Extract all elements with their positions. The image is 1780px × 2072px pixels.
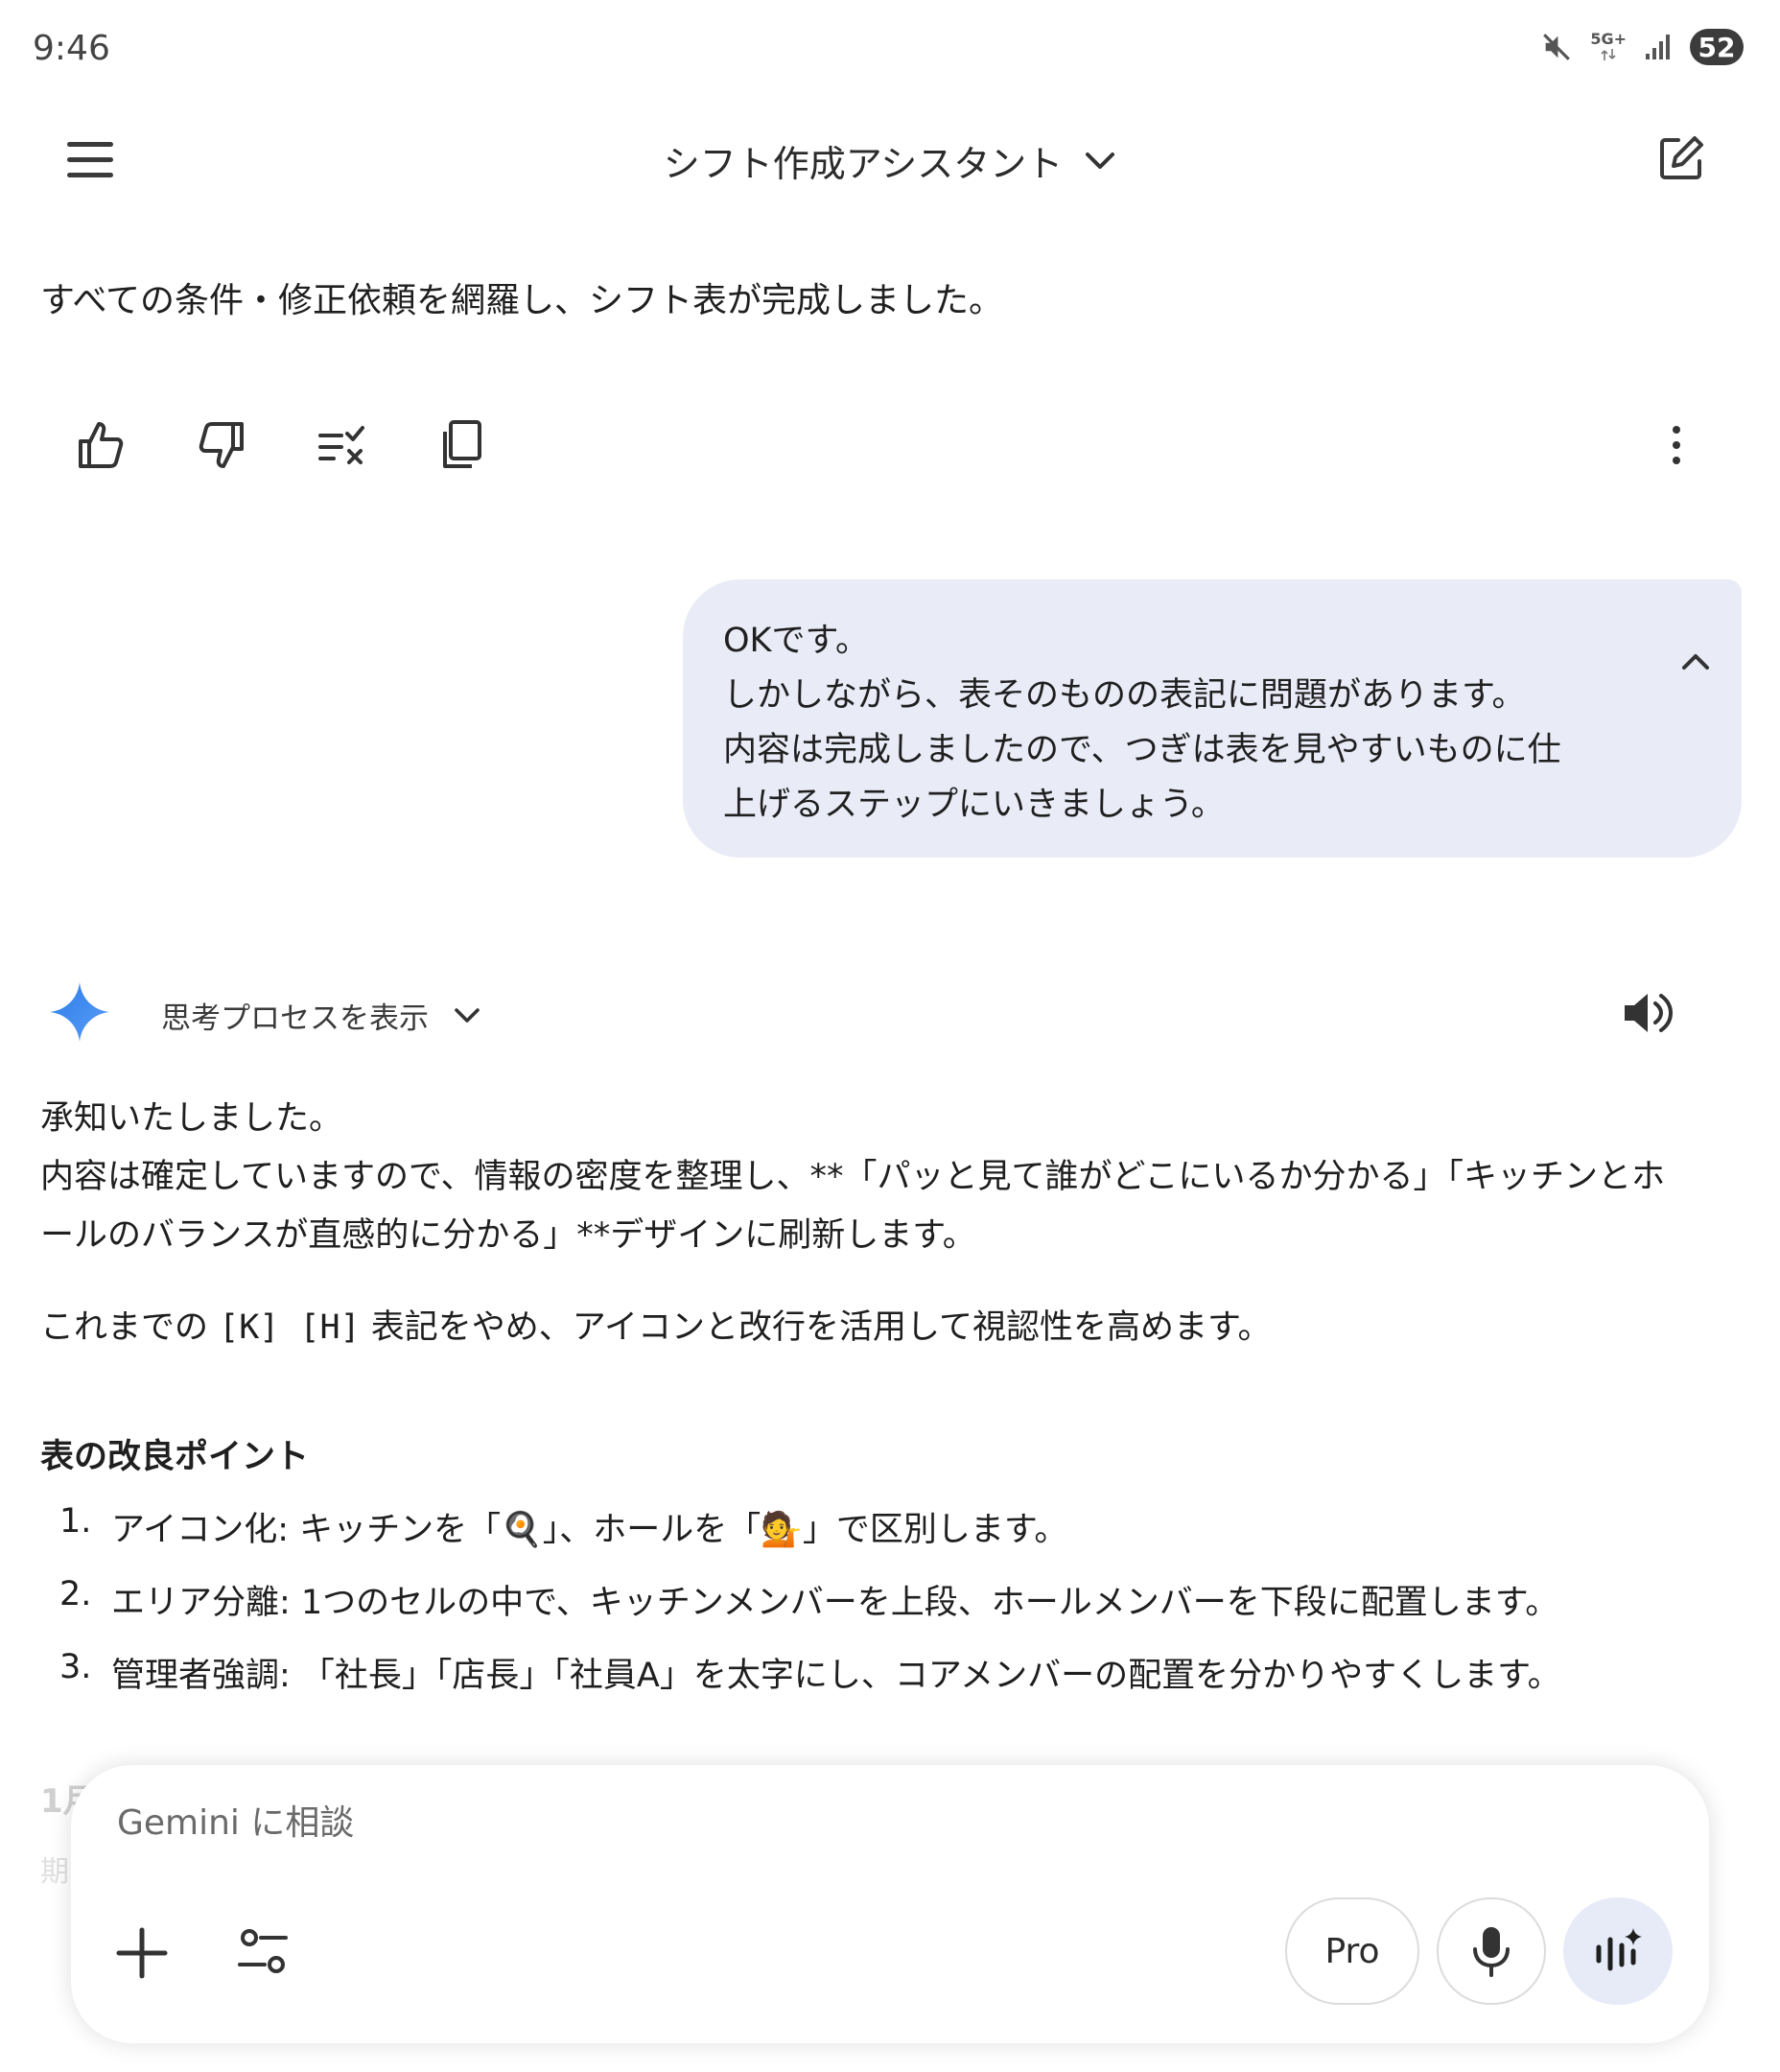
status-icons: 5G+ 52 xyxy=(1540,29,1744,65)
gemini-sparkle-icon xyxy=(50,982,109,1042)
plus-icon[interactable] xyxy=(115,1926,169,1980)
bot-response-paragraph: これまでの [K] [H] 表記をやめ、アイコンと改行を活用して視認性を高めます… xyxy=(40,1299,1747,1357)
battery-badge: 52 xyxy=(1690,29,1744,65)
bot-response-paragraph: 承知いたしました。 内容は確定していますので、情報の密度を整理し、**「パッと見… xyxy=(40,1090,1747,1265)
show-thinking-toggle[interactable]: 思考プロセスを表示 xyxy=(161,994,480,1037)
list-text: エリア分離: 1つのセルの中で、キッチンメンバーを上段、ホールメンバーを下段に配… xyxy=(111,1584,1559,1622)
show-thinking-label: 思考プロセスを表示 xyxy=(161,1001,429,1036)
microphone-icon xyxy=(1473,1927,1510,1977)
network-indicator: 5G+ xyxy=(1590,32,1627,62)
user-message-line: 上げるステップにいきましょう。 xyxy=(723,786,1225,824)
page-title: シフト作成アシスタント xyxy=(663,143,1064,185)
list-item: 3. 管理者強調: 「社長」「店長」「社員A」を太字にし、コアメンバーの配置を分… xyxy=(59,1648,1561,1697)
list-item: 2. エリア分離: 1つのセルの中で、キッチンメンバーを上段、ホールメンバーを下… xyxy=(59,1575,1558,1624)
mute-icon xyxy=(1543,34,1571,60)
gem-selector[interactable]: シフト作成アシスタント xyxy=(664,134,1116,187)
live-button[interactable] xyxy=(1563,1897,1673,2005)
list-text: アイコン化: キッチンを「🍳」、ホールを「💁」で区別します。 xyxy=(111,1511,1068,1549)
text-fragment: これまでの xyxy=(40,1308,220,1347)
text-fragment: 表記をやめ、アイコンと改行を活用して視認性を高めます。 xyxy=(360,1308,1272,1347)
speaker-icon[interactable] xyxy=(1621,988,1675,1038)
header-title-area: シフト作成アシスタント xyxy=(0,134,1780,187)
chevron-up-icon[interactable] xyxy=(1678,648,1713,675)
list-item: 1. アイコン化: キッチンを「🍳」、ホールを「💁」で区別します。 xyxy=(59,1502,1067,1551)
list-text: 管理者強調: 「社長」「店長」「社員A」を太字にし、コアメンバーの配置を分かりや… xyxy=(111,1657,1561,1695)
tools-icon[interactable] xyxy=(236,1928,290,1976)
inline-code: [K] [H] xyxy=(219,1308,361,1347)
section-heading: 表の改良ポイント xyxy=(40,1438,310,1476)
double-check-icon[interactable] xyxy=(315,418,368,472)
status-time: 9:46 xyxy=(33,29,110,68)
live-waveform-icon xyxy=(1596,1928,1642,1971)
data-arrows-icon xyxy=(1601,49,1616,60)
prompt-input[interactable] xyxy=(117,1794,1268,1851)
bot-response-line: 内容は確定していますので、情報の密度を整理し、**「パッと見て誰がどこにいるか分… xyxy=(40,1158,1666,1196)
network-label: 5G+ xyxy=(1590,30,1627,48)
bot-response-line: 承知いたしました。 xyxy=(40,1099,343,1138)
bot-message-text: すべての条件・修正依頼を網羅し、シフト表が完成しました。 xyxy=(40,281,1004,320)
user-message-bubble: OKです。 しかしながら、表そのものの表記に問題があります。 内容は完成しました… xyxy=(683,579,1742,858)
new-chat-icon[interactable] xyxy=(1657,134,1705,182)
microphone-button[interactable] xyxy=(1437,1897,1546,2005)
copy-icon[interactable] xyxy=(435,418,489,472)
user-message-line: しかしながら、表そのものの表記に問題があります。 xyxy=(723,676,1526,715)
list-number: 1. xyxy=(59,1502,92,1541)
user-message-line: OKです。 xyxy=(723,622,870,660)
more-vert-icon[interactable] xyxy=(1665,422,1688,468)
bot-response-line: ールのバランスが直感的に分かる」**デザインに刷新します。 xyxy=(40,1216,976,1255)
thumbs-down-icon[interactable] xyxy=(194,418,247,472)
model-pro-button[interactable]: Pro xyxy=(1285,1897,1419,2005)
faded-text: 期 xyxy=(40,1855,69,1889)
list-number: 2. xyxy=(59,1575,92,1613)
signal-icon xyxy=(1646,35,1670,59)
thumbs-up-icon[interactable] xyxy=(75,418,129,472)
prompt-input-panel: Pro xyxy=(71,1765,1709,2043)
list-number: 3. xyxy=(59,1648,92,1686)
user-message-line: 内容は完成しましたので、つぎは表を見やすいものに仕 xyxy=(723,731,1561,769)
chevron-down-icon xyxy=(1086,152,1115,169)
chevron-down-icon xyxy=(455,1007,480,1023)
